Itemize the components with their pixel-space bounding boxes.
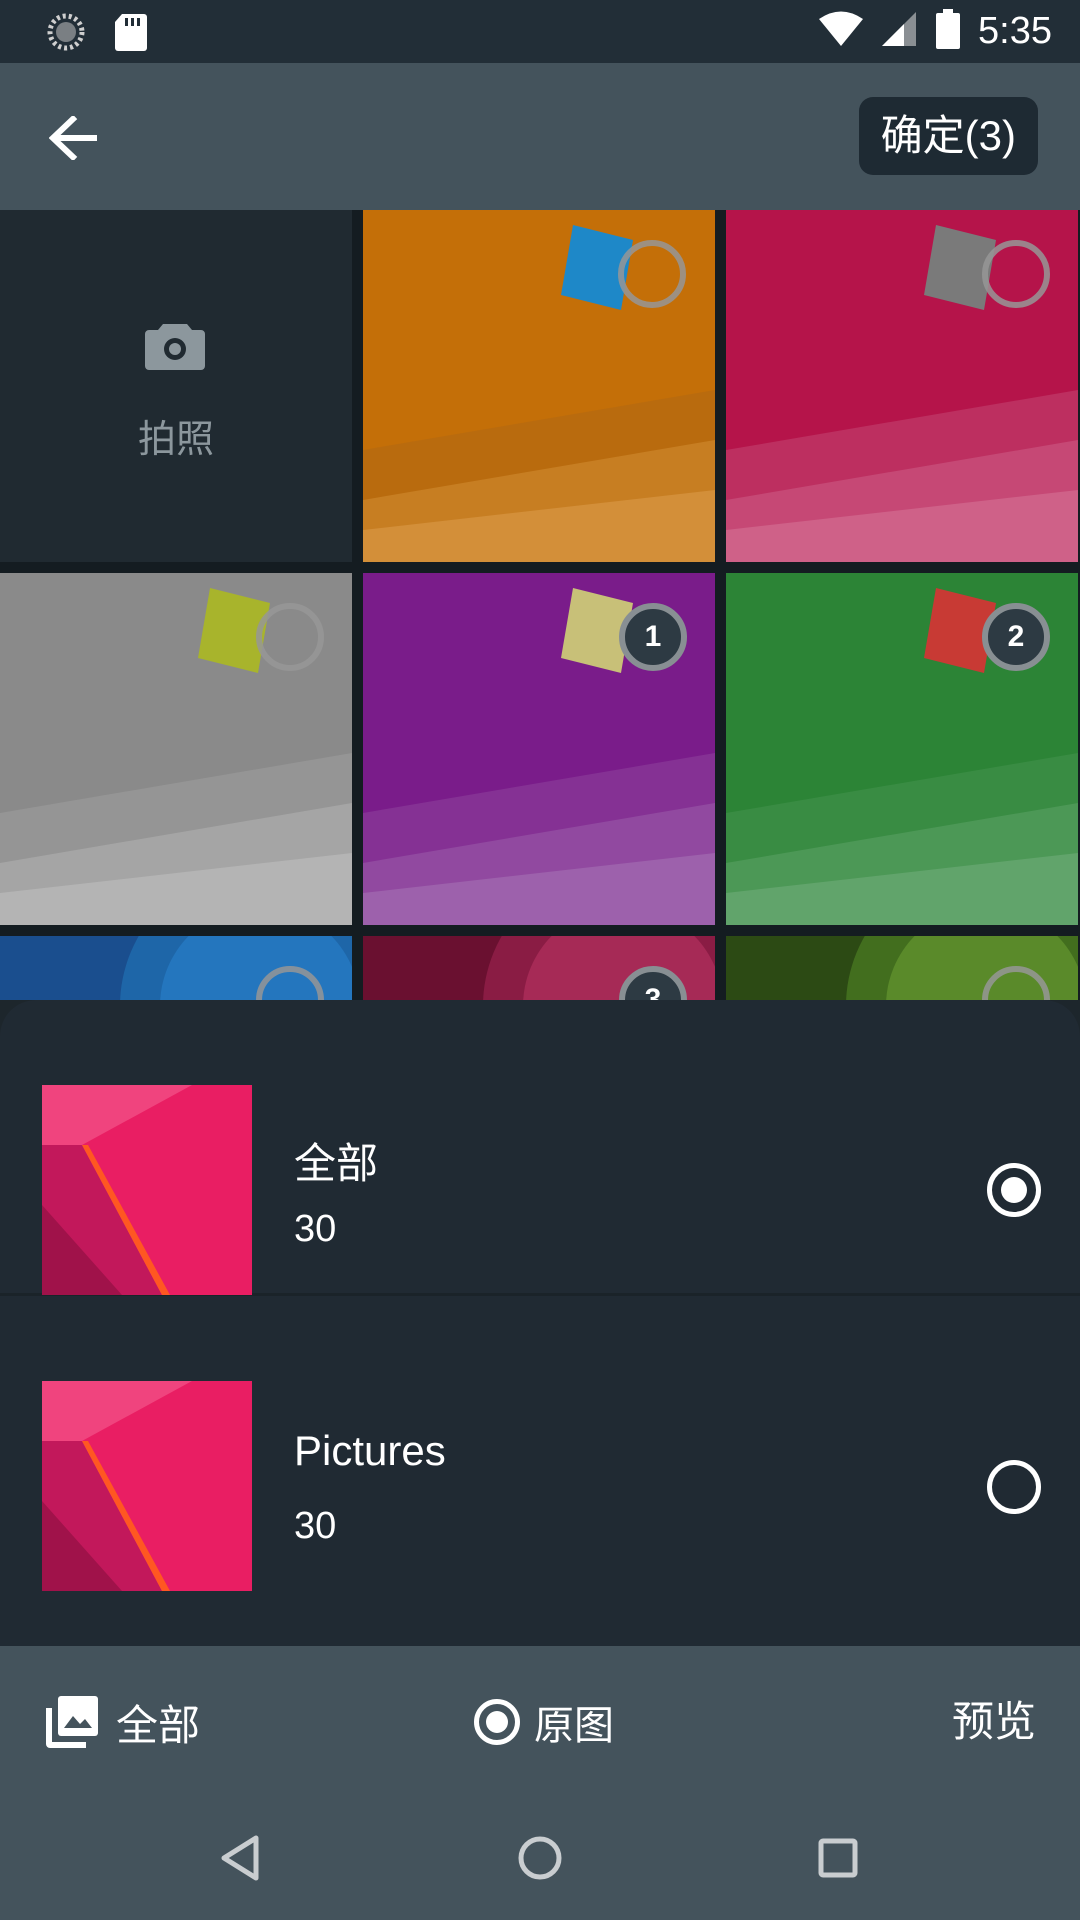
arrow-back-icon: [49, 116, 97, 160]
back-triangle-icon: [221, 1835, 259, 1881]
photo-library-icon: [46, 1696, 98, 1748]
wifi-icon: [818, 10, 864, 53]
selection-number-badge[interactable]: 2: [982, 603, 1050, 671]
album-item-all[interactable]: 全部 30: [0, 1000, 1080, 1296]
album-thumbnail: [42, 1085, 252, 1295]
take-photo-tile[interactable]: 拍照: [0, 210, 352, 562]
nav-back-button[interactable]: [208, 1826, 272, 1890]
original-image-toggle[interactable]: 原图: [474, 1692, 614, 1752]
photo-tile[interactable]: [0, 936, 352, 1000]
album-item-pictures[interactable]: Pictures 30: [0, 1297, 1080, 1593]
app-bar: 确定(3): [0, 63, 1080, 210]
status-bar: 5:35: [0, 0, 1080, 63]
album-name: 全部: [294, 1140, 379, 1187]
bottom-toolbar: 全部 原图 预览: [0, 1646, 1080, 1796]
photo-tile[interactable]: [726, 936, 1078, 1000]
album-radio[interactable]: [987, 1460, 1041, 1514]
selection-number-badge[interactable]: 1: [619, 603, 687, 671]
photo-tile[interactable]: 1: [363, 573, 715, 925]
take-photo-label: 拍照: [137, 419, 214, 461]
photo-tile[interactable]: [363, 210, 715, 562]
album-selector-button[interactable]: 全部: [44, 1692, 200, 1752]
photo-tile[interactable]: [0, 573, 352, 925]
preview-button[interactable]: 预览: [952, 1692, 1036, 1752]
album-selector-label: 全部: [116, 1701, 201, 1749]
photo-grid: 拍照 1 2 3: [0, 210, 1080, 1000]
radio-checked-icon: [474, 1699, 520, 1745]
select-checkbox[interactable]: [256, 603, 324, 671]
photo-tile[interactable]: 2: [726, 573, 1078, 925]
select-checkbox[interactable]: [618, 240, 686, 308]
nav-home-button[interactable]: [508, 1826, 572, 1890]
home-circle-icon: [518, 1836, 562, 1880]
back-button[interactable]: [40, 105, 106, 171]
album-name: Pictures: [294, 1427, 446, 1474]
sd-card-icon: [114, 12, 148, 57]
album-count: 30: [294, 1505, 337, 1547]
battery-icon: [936, 9, 961, 54]
album-thumbnail: [42, 1381, 252, 1591]
loading-spinner-icon: [46, 12, 86, 57]
album-radio-selected[interactable]: [987, 1163, 1041, 1217]
camera-icon: [145, 320, 205, 375]
photo-tile[interactable]: 3: [363, 936, 715, 1000]
confirm-button[interactable]: 确定(3): [858, 97, 1038, 175]
album-picker-sheet: 全部 30 Pictures 30: [0, 1000, 1080, 1646]
navigation-bar: [0, 1796, 1080, 1920]
photo-tile[interactable]: [726, 210, 1078, 562]
album-count: 30: [294, 1208, 337, 1250]
select-checkbox[interactable]: [982, 240, 1050, 308]
original-image-label: 原图: [534, 1704, 614, 1748]
clock: 5:35: [978, 10, 1052, 52]
recents-square-icon: [818, 1838, 858, 1878]
nav-recents-button[interactable]: [806, 1826, 870, 1890]
cell-signal-icon: [882, 10, 918, 53]
